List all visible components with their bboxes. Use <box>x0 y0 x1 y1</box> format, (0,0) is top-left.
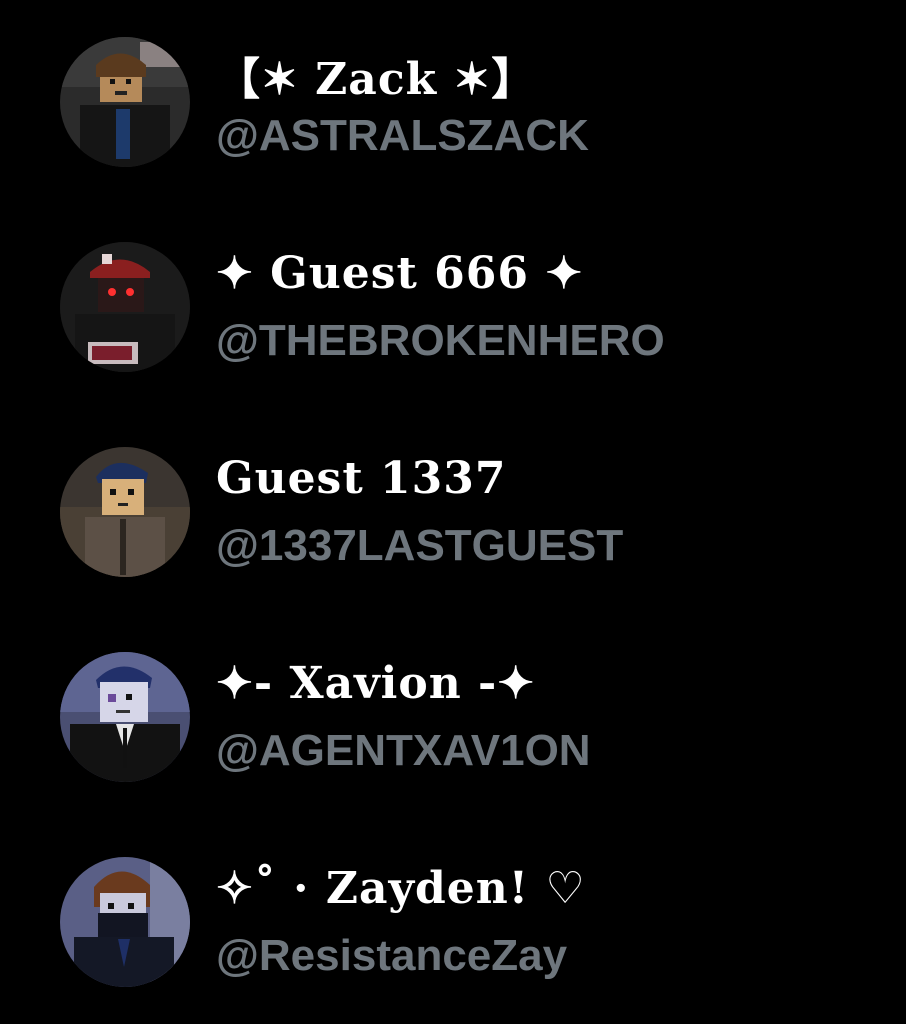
account-row[interactable]: ✦ Guest 666 ✦ @THEBROKENHERO <box>0 242 906 382</box>
display-name: Guest 1337 <box>216 453 507 504</box>
handle: @THEBROKENHERO <box>216 316 665 365</box>
display-name: ✦ Guest 666 ✦ <box>216 248 584 299</box>
account-row[interactable]: 【✶ Zack ✶】 @ASTRALSZACK <box>0 37 906 177</box>
avatar[interactable] <box>60 37 190 167</box>
handle: @AGENTXAV1ON <box>216 726 591 775</box>
display-name: ✦- Xavion -✦ <box>216 658 536 709</box>
display-name: 【✶ Zack ✶】 <box>216 54 537 105</box>
account-list: 【✶ Zack ✶】 @ASTRALSZACK ✦ Guest 666 ✦ @T… <box>0 0 906 1024</box>
avatar-roblox-red-cap-icon <box>60 242 190 372</box>
account-row[interactable]: ✦- Xavion -✦ @AGENTXAV1ON <box>0 652 906 792</box>
handle: @1337LASTGUEST <box>216 521 624 570</box>
account-row[interactable]: ✧˚ · Zayden! ♡ @ResistanceZay <box>0 857 906 997</box>
avatar-roblox-agent-suit-icon <box>60 652 190 782</box>
display-name: ✧˚ · Zayden! ♡ <box>216 863 586 914</box>
avatar-roblox-masked-icon <box>60 857 190 987</box>
avatar[interactable] <box>60 242 190 372</box>
avatar[interactable] <box>60 857 190 987</box>
avatar-roblox-brown-hair-icon <box>60 37 190 167</box>
account-row[interactable]: Guest 1337 @1337LASTGUEST <box>0 447 906 587</box>
handle: @ResistanceZay <box>216 931 568 980</box>
avatar-roblox-blue-hair-icon <box>60 447 190 577</box>
avatar[interactable] <box>60 652 190 782</box>
avatar[interactable] <box>60 447 190 577</box>
handle: @ASTRALSZACK <box>216 111 589 160</box>
